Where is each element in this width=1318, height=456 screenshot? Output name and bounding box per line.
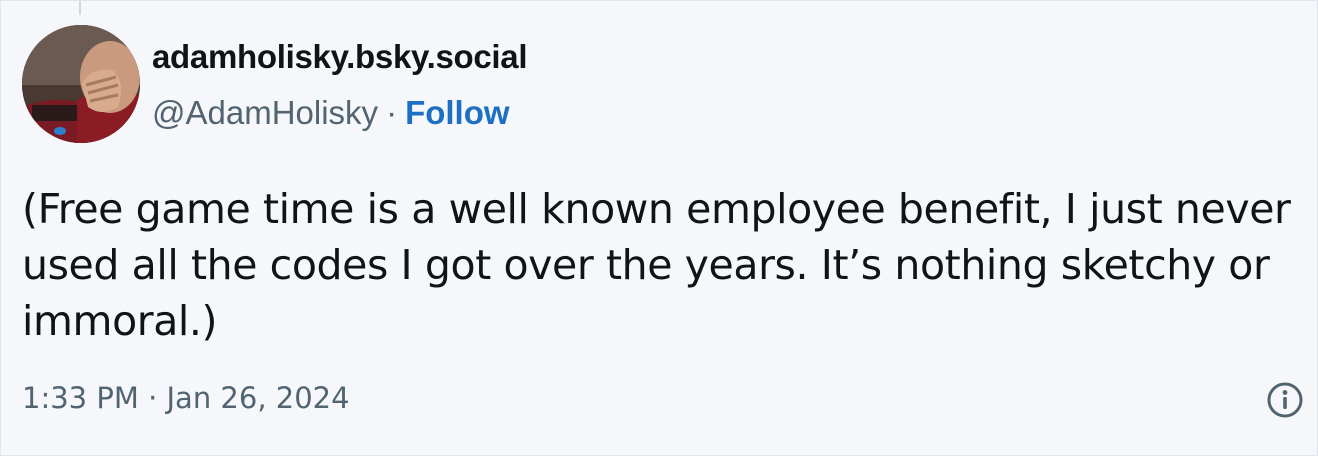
info-icon-graphic: [1267, 382, 1303, 418]
info-icon[interactable]: [1265, 380, 1305, 420]
post-text: (Free game time is a well known employee…: [22, 185, 1291, 345]
post-card: adamholisky.bsky.social @AdamHolisky · Fol…: [0, 0, 1318, 456]
follow-button[interactable]: Follow: [405, 94, 509, 131]
author-display-name[interactable]: adamholisky.bsky.social: [152, 38, 528, 76]
author-handle[interactable]: @AdamHolisky: [152, 94, 378, 131]
author-handle-row: @AdamHolisky · Follow: [152, 94, 510, 132]
thread-connector: [79, 1, 81, 15]
handle-separator: ·: [386, 94, 398, 131]
avatar[interactable]: [22, 25, 140, 143]
post-timestamp[interactable]: 1:33 PM · Jan 26, 2024: [22, 381, 350, 415]
avatar-image: [22, 25, 140, 143]
